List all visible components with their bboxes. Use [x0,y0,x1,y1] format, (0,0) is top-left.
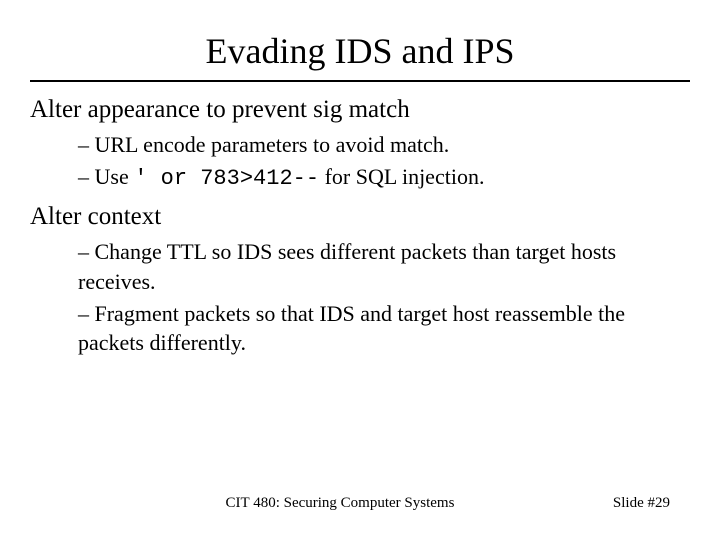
slide: Evading IDS and IPS Alter appearance to … [0,0,720,540]
bullet-item: – Change TTL so IDS sees different packe… [78,237,690,296]
bullet-list-1: – URL encode parameters to avoid match. … [78,130,690,193]
bullet-text-post: for SQL injection. [319,164,484,189]
bullet-item: – Use ' or 783>412-- for SQL injection. [78,162,690,194]
section-heading-2: Alter context [30,203,690,231]
bullet-text-pre: – Use [78,164,134,189]
section-heading-1: Alter appearance to prevent sig match [30,96,690,124]
bullet-item: – URL encode parameters to avoid match. [78,130,690,160]
bullet-code: ' or 783>412-- [134,166,319,191]
slide-title: Evading IDS and IPS [30,30,690,72]
title-rule [30,80,690,82]
footer-center: CIT 480: Securing Computer Systems [0,495,570,512]
footer: CIT 480: Securing Computer Systems Slide… [0,495,720,512]
footer-slide-number: Slide #29 [570,495,670,512]
bullet-item: – Fragment packets so that IDS and targe… [78,299,690,358]
bullet-list-2: – Change TTL so IDS sees different packe… [78,237,690,358]
